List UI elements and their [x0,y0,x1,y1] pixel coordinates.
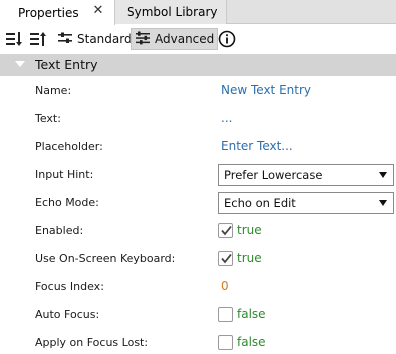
property-row-enabled: Enabled: true [0,217,396,245]
auto-focus-checkbox[interactable] [218,307,233,322]
checkmark-icon [221,253,232,264]
property-row-auto-focus: Auto Focus: false [0,301,396,329]
property-row-on-screen-keyboard: Use On-Screen Keyboard: true [0,245,396,273]
property-row-name: Name: New Text Entry [0,77,396,105]
property-label: Input Hint: [35,168,94,181]
on-screen-keyboard-value: true [237,251,262,265]
property-label: Use On-Screen Keyboard: [35,252,176,265]
property-label: Name: [35,84,72,97]
enabled-value: true [237,223,262,237]
property-label: Enabled: [35,224,84,237]
section-header-text-entry[interactable]: Text Entry [0,54,396,76]
advanced-mode-button[interactable]: Advanced [131,28,219,50]
property-label: Auto Focus: [35,308,100,321]
dropdown-arrow-icon [379,200,387,206]
tab-properties-label: Properties [18,5,79,20]
tab-strip: Properties ✕ Symbol Library [0,0,396,25]
auto-focus-value: false [237,307,266,321]
property-row-focus-index: Focus Index: 0 [0,273,396,301]
input-hint-select[interactable]: Prefer Lowercase [218,164,394,186]
standard-mode-icon [57,30,73,49]
apply-on-focus-lost-value: false [237,335,266,349]
input-hint-value: Prefer Lowercase [224,168,323,182]
advanced-mode-icon [135,30,151,49]
advanced-mode-label: Advanced [155,32,215,46]
checkmark-icon [221,225,232,236]
info-icon[interactable] [217,29,237,49]
dropdown-arrow-icon [379,172,387,178]
name-value-link[interactable]: New Text Entry [221,83,311,97]
property-label: Placeholder: [35,140,103,153]
close-icon[interactable]: ✕ [91,4,105,18]
property-row-apply-on-focus-lost: Apply on Focus Lost: false [0,329,396,354]
property-label: Echo Mode: [35,196,99,209]
focus-index-value[interactable]: 0 [221,279,229,293]
property-row-text: Text: ... [0,105,396,133]
property-row-placeholder: Placeholder: Enter Text... [0,133,396,161]
chevron-down-icon[interactable] [15,61,25,67]
toolbar: Standard Advanced [0,25,396,54]
text-value-link[interactable]: ... [221,111,232,125]
property-row-echo-mode: Echo Mode: Echo on Edit [0,189,396,217]
property-row-input-hint: Input Hint: Prefer Lowercase [0,161,396,189]
echo-mode-select[interactable]: Echo on Edit [218,192,394,214]
property-label: Text: [35,112,61,125]
tab-symbol-library[interactable]: Symbol Library [115,0,227,24]
on-screen-keyboard-checkbox[interactable] [218,251,233,266]
property-label: Focus Index: [35,280,104,293]
standard-mode-button[interactable]: Standard [54,28,135,50]
sort-categorized-icon[interactable] [4,29,24,49]
enabled-checkbox[interactable] [218,223,233,238]
tab-properties[interactable]: Properties ✕ [0,0,115,25]
section-title: Text Entry [35,57,98,72]
sort-alphabetical-icon[interactable] [28,29,48,49]
placeholder-value-link[interactable]: Enter Text... [221,139,293,153]
apply-on-focus-lost-checkbox[interactable] [218,335,233,350]
property-label: Apply on Focus Lost: [35,336,149,349]
standard-mode-label: Standard [77,32,132,46]
echo-mode-value: Echo on Edit [224,196,296,210]
tab-symbol-library-label: Symbol Library [127,5,218,19]
